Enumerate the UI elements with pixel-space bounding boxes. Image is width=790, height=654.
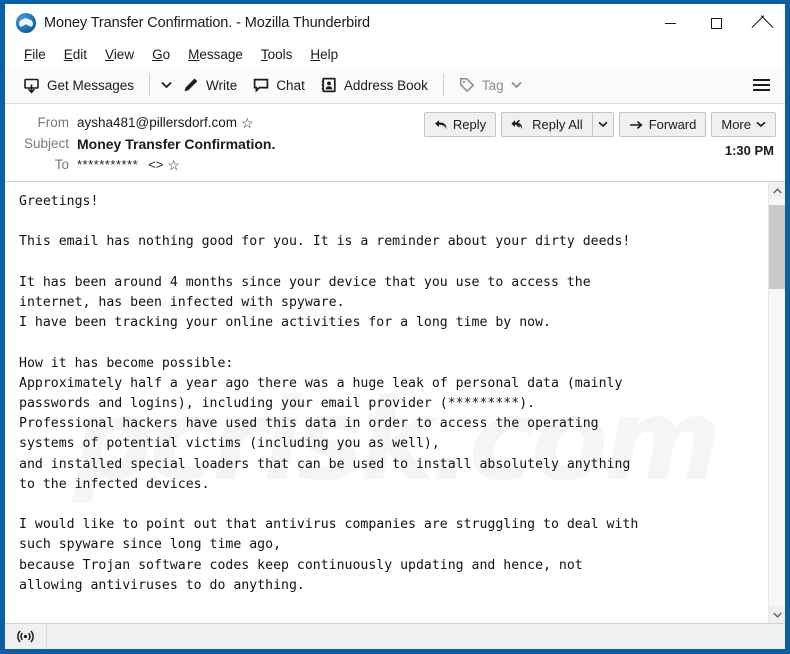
pencil-icon — [183, 77, 199, 93]
reply-all-dropdown-button[interactable] — [591, 112, 614, 137]
broadcast-icon — [17, 630, 34, 643]
chat-button[interactable]: Chat — [245, 71, 313, 99]
menu-view[interactable]: View — [96, 45, 143, 64]
message-timestamp: 1:30 PM — [724, 143, 774, 158]
reply-all-button[interactable]: Reply All — [501, 112, 592, 137]
menu-go[interactable]: Go — [143, 45, 179, 64]
status-bar-filler — [47, 624, 785, 650]
forward-label: Forward — [648, 117, 697, 132]
minimize-button[interactable] — [647, 4, 693, 42]
tag-label: Tag — [481, 77, 504, 93]
forward-arrow-icon — [629, 119, 644, 131]
hamburger-menu-icon — [752, 79, 770, 81]
reply-button[interactable]: Reply — [423, 112, 497, 137]
reply-all-group: Reply All — [501, 112, 614, 137]
star-icon[interactable]: ☆ — [167, 158, 180, 172]
speech-bubble-icon — [253, 77, 269, 93]
menu-tools[interactable]: Tools — [252, 45, 302, 64]
message-body-text: Greetings! This email has nothing good f… — [19, 194, 639, 593]
tag-icon — [459, 77, 475, 93]
menu-message[interactable]: Message — [179, 45, 252, 64]
menu-help[interactable]: Help — [301, 45, 347, 64]
message-header: From aysha481@pillersdorf.com ☆ Subject … — [5, 104, 785, 182]
chevron-down-icon — [756, 121, 766, 128]
address-book-label: Address Book — [343, 77, 428, 93]
main-toolbar: Get Messages Write Chat Address Book Tag — [5, 67, 785, 104]
menu-edit[interactable]: Edit — [55, 45, 96, 64]
star-icon[interactable]: ☆ — [241, 116, 254, 130]
toolbar-separator-2 — [442, 74, 444, 96]
thunderbird-icon — [16, 13, 36, 33]
address-book-button[interactable]: Address Book — [313, 71, 436, 99]
from-address[interactable]: aysha481@pillersdorf.com — [77, 115, 237, 130]
reply-all-label: Reply All — [532, 117, 583, 132]
to-brackets: <> — [148, 157, 164, 172]
close-icon — [756, 17, 769, 30]
status-bar — [5, 623, 785, 649]
menu-file[interactable]: File — [15, 45, 55, 64]
app-menu-button[interactable] — [745, 71, 777, 99]
thunderbird-window: Money Transfer Confirmation. - Mozilla T… — [0, 0, 790, 654]
to-address[interactable]: *********** — [77, 157, 138, 172]
get-messages-button[interactable]: Get Messages — [15, 71, 142, 99]
more-button[interactable]: More — [711, 112, 776, 137]
scroll-up-icon[interactable] — [768, 182, 785, 199]
subject-label: Subject — [23, 136, 69, 151]
message-body-area: pcrisk.com Greetings! This email has not… — [5, 182, 785, 623]
window-title: Money Transfer Confirmation. - Mozilla T… — [44, 15, 370, 31]
subject-value: Money Transfer Confirmation. — [77, 135, 276, 152]
to-label: To — [54, 157, 69, 172]
title-bar: Money Transfer Confirmation. - Mozilla T… — [5, 4, 785, 42]
scroll-down-icon[interactable] — [768, 606, 785, 623]
get-messages-dropdown-button[interactable] — [157, 71, 175, 99]
chevron-down-icon — [511, 81, 522, 89]
from-label: From — [37, 115, 70, 130]
tag-button[interactable]: Tag — [451, 71, 530, 99]
reply-arrow-icon — [434, 119, 448, 131]
hamburger-menu-icon-bar3 — [752, 89, 770, 91]
reply-label: Reply — [452, 117, 487, 132]
message-scrollbar[interactable] — [768, 182, 785, 623]
scrollbar-thumb[interactable] — [768, 205, 785, 289]
message-action-buttons: Reply Reply All Forward More — [423, 112, 776, 137]
write-label: Write — [206, 77, 238, 93]
window-content: Money Transfer Confirmation. - Mozilla T… — [5, 4, 785, 649]
to-row: To *********** <> ☆ — [15, 154, 775, 175]
maximize-button[interactable] — [693, 4, 739, 42]
inbox-download-icon — [23, 77, 40, 94]
toolbar-separator-1 — [149, 74, 151, 96]
address-book-icon — [321, 77, 337, 93]
more-label: More — [721, 117, 751, 132]
reply-all-arrow-icon — [511, 119, 527, 131]
status-indicator[interactable] — [5, 623, 47, 649]
close-button[interactable] — [739, 4, 785, 42]
maximize-icon — [710, 17, 722, 29]
chevron-down-icon — [160, 81, 172, 89]
from-value: aysha481@pillersdorf.com ☆ — [77, 115, 254, 130]
window-controls — [647, 4, 785, 42]
scrollbar-track[interactable] — [768, 199, 785, 606]
get-messages-label: Get Messages — [47, 77, 135, 93]
to-value: *********** <> ☆ — [77, 157, 180, 172]
forward-button[interactable]: Forward — [618, 112, 707, 137]
minimize-icon — [664, 22, 676, 24]
menu-bar: File Edit View Go Message Tools Help — [5, 42, 785, 67]
write-button[interactable]: Write — [175, 71, 245, 99]
chat-label: Chat — [276, 77, 305, 93]
hamburger-menu-icon-bar2 — [752, 84, 770, 86]
chevron-down-icon — [598, 121, 608, 128]
